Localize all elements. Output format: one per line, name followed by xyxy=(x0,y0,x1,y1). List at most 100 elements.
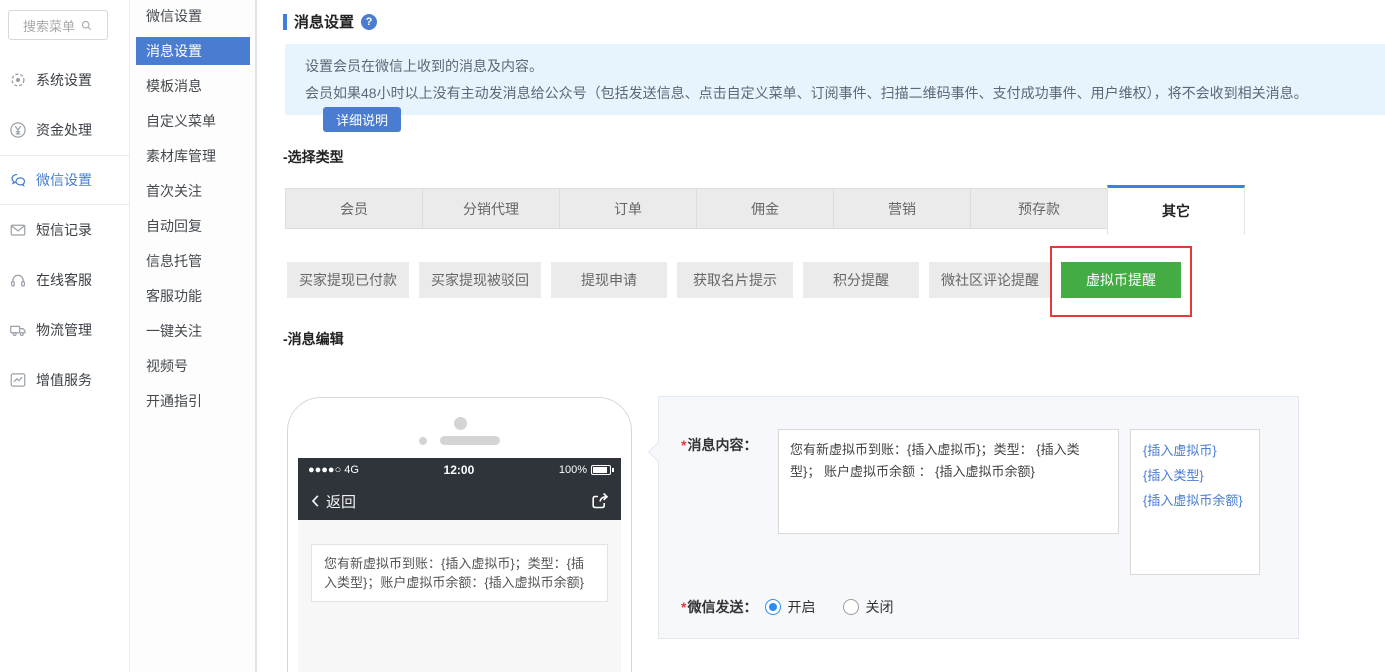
submenu-item[interactable]: 视频号 xyxy=(136,352,250,380)
type-tab[interactable]: 订单 xyxy=(559,188,697,229)
submenu-item-label: 微信设置 xyxy=(146,8,202,24)
sidebar-item[interactable]: 短信记录 xyxy=(0,205,129,255)
phone-speaker-bar xyxy=(440,436,500,445)
section-select-type: -选择类型 xyxy=(283,149,344,165)
battery-percent: 100% xyxy=(558,464,587,476)
submenu-item-label: 客服功能 xyxy=(146,288,202,304)
type-tab[interactable]: 分销代理 xyxy=(422,188,560,229)
search-placeholder: 搜索菜单 xyxy=(22,18,75,34)
message-type-button[interactable]: 买家提现被驳回 xyxy=(419,262,541,298)
sidebar-nav: 系统设置 资金处理 微信设置 短信记录 在线客服 物流管理 增值服务 xyxy=(0,55,129,405)
phone-sensor-dot xyxy=(419,436,427,445)
phone-message-bubble: 您有新虚拟币到账：{插入虚拟币}；类型：{插入类型}；账户虚拟币余额：{插入虚拟… xyxy=(311,544,608,602)
sidebar-item[interactable]: 物流管理 xyxy=(0,305,129,355)
message-type-button[interactable]: 买家提现已付款 xyxy=(287,262,409,298)
truck-icon xyxy=(9,321,27,339)
sidebar-item[interactable]: 资金处理 xyxy=(0,105,129,155)
sidebar-item-label: 系统设置 xyxy=(36,72,92,88)
submenu-item[interactable]: 自动回复 xyxy=(136,212,250,240)
submenu-item-label: 首次关注 xyxy=(146,183,202,199)
message-type-button[interactable]: 积分提醒 xyxy=(803,262,919,298)
message-type-button[interactable]: 微社区评论提醒 xyxy=(929,262,1051,298)
type-tab[interactable]: 会员 xyxy=(285,188,423,229)
type-tab-label: 其它 xyxy=(1162,203,1190,219)
headset-icon xyxy=(9,271,27,289)
wechat-submenu: 微信设置 消息设置 模板消息 自定义菜单 素材库管理 首次关注 自动回复 信息托… xyxy=(130,0,257,672)
insert-variable-link[interactable]: {插入类型} xyxy=(1143,463,1247,488)
insert-variable-panel: {插入虚拟币} {插入类型} {插入虚拟币余额} xyxy=(1130,429,1260,575)
sidebar-item[interactable]: 增值服务 xyxy=(0,355,129,405)
sidebar-item-label: 在线客服 xyxy=(36,272,92,288)
type-tab[interactable]: 其它 xyxy=(1107,185,1245,235)
insert-variable-link[interactable]: {插入虚拟币} xyxy=(1143,438,1247,463)
notice-line2: 会员如果48小时以上没有主动发消息给公众号（包括发送信息、点击自定义菜单、订阅事… xyxy=(305,80,1365,135)
back-button[interactable]: 返回 xyxy=(308,491,356,512)
detail-instructions-button[interactable]: 详细说明 xyxy=(323,107,402,132)
submenu-item[interactable]: 首次关注 xyxy=(136,177,250,205)
message-type-button[interactable]: 提现申请 xyxy=(551,262,667,298)
type-tab-label: 分销代理 xyxy=(463,201,519,217)
sidebar-item[interactable]: 在线客服 xyxy=(0,255,129,305)
page-title: 消息设置 xyxy=(294,14,355,31)
gear-icon xyxy=(9,71,27,89)
type-tab[interactable]: 佣金 xyxy=(696,188,834,229)
submenu-item[interactable]: 消息设置 xyxy=(136,37,250,65)
radio-label: 关闭 xyxy=(865,599,894,615)
share-icon[interactable] xyxy=(589,490,611,512)
submenu-item[interactable]: 素材库管理 xyxy=(136,142,250,170)
sidebar-item-label: 微信设置 xyxy=(36,172,92,188)
chevron-left-icon xyxy=(311,495,319,507)
notice-box: 设置会员在微信上收到的消息及内容。 会员如果48小时以上没有主动发消息给公众号（… xyxy=(285,44,1385,132)
page-title-row: 消息设置 ? xyxy=(283,11,378,32)
submenu-item[interactable]: 微信设置 xyxy=(136,2,250,30)
highlighted-button-wrap: 虚拟币提醒 xyxy=(1050,246,1192,317)
submenu-item-label: 开通指引 xyxy=(146,393,202,409)
radio-label: 开启 xyxy=(787,599,816,615)
wechat-send-row: *微信发送： 开启 关闭 xyxy=(681,597,921,617)
type-tab-label: 预存款 xyxy=(1018,201,1060,217)
clock-text: 12:00 xyxy=(443,463,475,477)
phone-preview: ●●●●○ 4G 12:00 100% 返回 您有新虚拟币到账：{插入虚拟币}；… xyxy=(287,397,632,672)
wechat-icon xyxy=(9,171,27,189)
type-buttons-list: 买家提现已付款 买家提现被驳回 提现申请 获取名片提示 积分提醒 微社区评论提醒 xyxy=(287,262,1051,298)
notice-line1: 设置会员在微信上收到的消息及内容。 xyxy=(305,58,543,74)
type-tab-label: 订单 xyxy=(614,201,642,217)
type-tab[interactable]: 营销 xyxy=(833,188,971,229)
title-accent-bar xyxy=(283,13,287,30)
submenu-item-label: 信息托管 xyxy=(146,253,202,269)
search-menu-input[interactable]: 搜索菜单 xyxy=(8,10,108,40)
type-tab-label: 佣金 xyxy=(751,201,779,217)
submenu-item[interactable]: 开通指引 xyxy=(136,387,250,415)
battery-icon xyxy=(590,465,614,475)
submenu-item[interactable]: 自定义菜单 xyxy=(136,107,250,135)
required-mark: * xyxy=(681,437,687,453)
main-sidebar: 搜索菜单 系统设置 资金处理 微信设置 短信记录 在线客服 物流管理 增值服务 xyxy=(0,0,130,672)
type-tabs: 会员 分销代理 订单 佣金 营销 预存款 其它 xyxy=(285,185,1245,238)
type-tab[interactable]: 预存款 xyxy=(970,188,1108,229)
radio-option[interactable]: 关闭 xyxy=(843,597,893,617)
message-type-button[interactable]: 获取名片提示 xyxy=(677,262,793,298)
phone-speaker-row xyxy=(288,436,631,445)
content-label: *消息内容： xyxy=(681,437,758,453)
phone-camera-dot xyxy=(454,417,467,430)
submenu-item[interactable]: 模板消息 xyxy=(136,72,250,100)
type-tab-label: 会员 xyxy=(340,201,368,217)
help-icon[interactable]: ? xyxy=(361,13,378,30)
section-message-edit: -消息编辑 xyxy=(283,331,344,347)
virtual-coin-reminder-button[interactable]: 虚拟币提醒 xyxy=(1061,262,1181,298)
battery-group: 100% xyxy=(558,464,614,476)
submenu-item-label: 自动回复 xyxy=(146,218,202,234)
panel-arrow xyxy=(648,442,668,462)
submenu-item[interactable]: 信息托管 xyxy=(136,247,250,275)
submenu-item-label: 自定义菜单 xyxy=(146,113,216,129)
radio-option[interactable]: 开启 xyxy=(765,597,815,617)
sidebar-item[interactable]: 微信设置 xyxy=(0,155,129,205)
sidebar-item-label: 物流管理 xyxy=(36,322,92,338)
submenu-item[interactable]: 客服功能 xyxy=(136,282,250,310)
signal-indicator: ●●●●○ 4G xyxy=(308,464,359,476)
message-content-textarea[interactable]: 您有新虚拟币到账：{插入虚拟币}；类型： {插入类型}； 账户虚拟币余额 ： {… xyxy=(778,429,1119,534)
send-label: *微信发送： xyxy=(681,599,758,615)
submenu-item[interactable]: 一键关注 xyxy=(136,317,250,345)
insert-variable-link[interactable]: {插入虚拟币余额} xyxy=(1143,488,1247,513)
sidebar-item[interactable]: 系统设置 xyxy=(0,55,129,105)
